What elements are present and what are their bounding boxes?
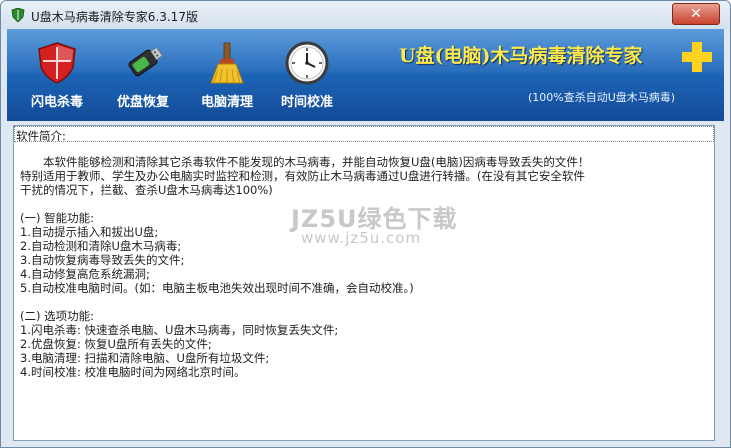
toolbar-banner: 闪电杀毒 优盘恢复 电脑清理 时间校准 U盘(电脑)木马病毒清除专家 (100%…	[7, 29, 724, 121]
app-window: U盘木马病毒清除专家6.3.17版 ✕ 闪电杀毒 优盘恢复 电脑清理 时间校准 …	[0, 0, 731, 448]
brand-title: U盘(电脑)木马病毒清除专家	[399, 45, 643, 67]
title-bar: U盘木马病毒清除专家6.3.17版 ✕	[1, 1, 730, 29]
toolbar-label: 时间校准	[280, 95, 333, 110]
window-title: U盘木马病毒清除专家6.3.17版	[31, 10, 198, 24]
clock-icon	[285, 41, 329, 85]
toolbar-label: 电脑清理	[200, 95, 253, 110]
app-icon	[11, 8, 25, 22]
close-button[interactable]: ✕	[672, 3, 720, 25]
description-line: 干扰的情况下，拦截、查杀U盘木马病毒达100%)	[20, 183, 273, 197]
toolbar-label: 闪电杀毒	[30, 95, 83, 110]
description-heading: 软件简介:	[16, 129, 66, 143]
toolbar-label: 优盘恢复	[116, 95, 169, 110]
shield-icon	[38, 42, 76, 84]
broom-icon	[210, 42, 244, 84]
toolbar-button-pc-clean[interactable]: 电脑清理	[191, 33, 263, 117]
description-line: 5.自动校准电脑时间。(如：电脑主板电池失效出现时间不准确，会自动校准。)	[20, 281, 414, 295]
toolbar-button-usb-recover[interactable]: 优盘恢复	[107, 33, 179, 117]
toolbar-button-quick-scan[interactable]: 闪电杀毒	[21, 33, 93, 117]
usb-drive-icon	[128, 46, 163, 77]
description-line: 4.时间校准: 校准电脑时间为网络北京时间。	[20, 365, 246, 379]
description-panel: 软件简介: 本软件能够检测和清除其它杀毒软件不能发现的木马病毒，并能自动恢复U盘…	[13, 125, 715, 441]
plus-icon	[682, 42, 712, 72]
toolbar-button-time-sync[interactable]: 时间校准	[271, 33, 343, 117]
heading-focus-box	[14, 126, 714, 142]
brand-subtitle: (100%查杀自动U盘木马病毒)	[528, 91, 676, 104]
